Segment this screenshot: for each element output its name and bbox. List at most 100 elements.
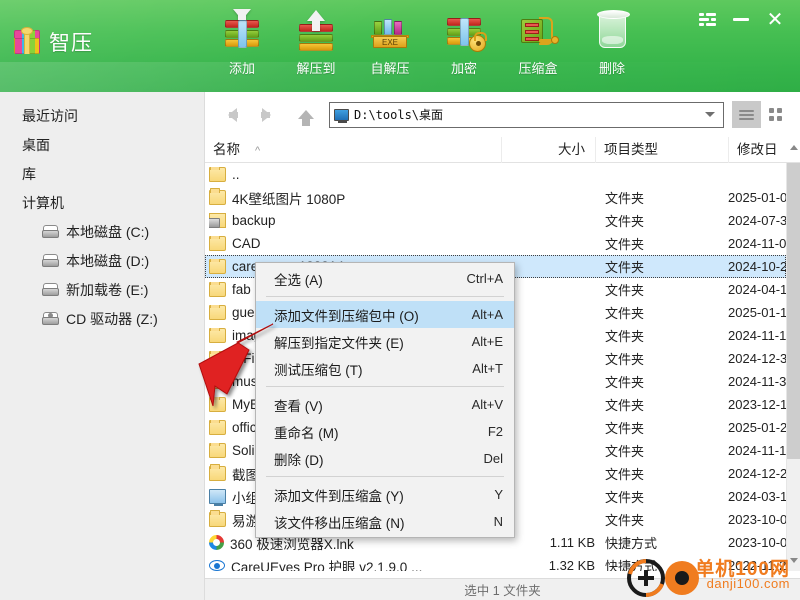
sidebar-item-desktop[interactable]: 桌面 bbox=[0, 130, 204, 159]
close-icon: ✕ bbox=[766, 7, 784, 31]
menu-item-accelerator: Alt+A bbox=[471, 307, 503, 322]
toolbar-button-compress-box[interactable]: 压缩盒 bbox=[501, 4, 575, 88]
cell-date: 2024-03-12 9:45 bbox=[728, 489, 786, 504]
grid-view-button[interactable] bbox=[761, 101, 790, 128]
menu-item[interactable]: 该文件移出压缩盒 (N) N bbox=[256, 508, 514, 535]
menu-button[interactable] bbox=[690, 6, 724, 32]
menu-item-label: 解压到指定文件夹 (E) bbox=[274, 335, 404, 351]
folder-icon bbox=[209, 510, 226, 527]
context-menu[interactable]: 全选 (A) Ctrl+A 添加文件到压缩包中 (O) Alt+A 解压到指定文件夹 (… bbox=[255, 262, 515, 538]
folder-icon bbox=[209, 188, 226, 205]
menu-item-label: 测试压缩包 (T) bbox=[274, 362, 363, 378]
menu-item-label: 该文件移出压缩盒 (N) bbox=[274, 515, 405, 531]
scrollbar-thumb[interactable] bbox=[787, 163, 800, 459]
path-input[interactable]: D:\tools\桌面 bbox=[329, 101, 724, 128]
cell-type: 文件夹 bbox=[605, 398, 645, 413]
sidebar-item-drive-e[interactable]: 新加载卷 (E:) bbox=[0, 275, 204, 304]
sidebar-label-drive-e: 新加载卷 (E:) bbox=[66, 281, 149, 298]
menu-item-label: 查看 (V) bbox=[274, 398, 323, 414]
toolbar-button-add[interactable]: 添加 bbox=[205, 4, 279, 88]
cell-type: 文件夹 bbox=[605, 214, 645, 229]
cd-drive-icon bbox=[42, 312, 59, 325]
menu-item-label: 全选 (A) bbox=[274, 272, 323, 288]
forward-button[interactable] bbox=[249, 98, 283, 132]
menu-item-label: 重命名 (M) bbox=[274, 425, 339, 441]
folder-icon bbox=[209, 374, 226, 389]
table-row[interactable]: CareUEyes Pro 护眼 v2.1.9.0 ... 1.32 KB 快捷方式… bbox=[205, 554, 786, 571]
column-headers: 名称 ^ 大小 项目类型 修改日期 bbox=[205, 137, 800, 183]
toolbar-button-extract-to[interactable]: 解压到 bbox=[279, 4, 353, 88]
list-view-icon bbox=[739, 108, 754, 122]
menu-item-accelerator: Alt+T bbox=[472, 361, 503, 376]
column-header-size[interactable]: 大小 bbox=[501, 137, 595, 163]
menu-item[interactable]: 测试压缩包 (T) Alt+T bbox=[256, 355, 514, 382]
menu-item[interactable]: 解压到指定文件夹 (E) Alt+E bbox=[256, 328, 514, 355]
sidebar-item-library[interactable]: 库 bbox=[0, 159, 204, 188]
cell-date: 2024-10-22 13:56 bbox=[728, 259, 786, 274]
cell-type: 文件夹 bbox=[605, 375, 645, 390]
status-bar: 选中 1 文件夹 bbox=[205, 578, 800, 600]
toolbar-button-delete[interactable]: 删除 bbox=[575, 4, 649, 88]
eye-icon bbox=[209, 560, 225, 571]
cell-name: CAD bbox=[209, 236, 497, 251]
vertical-scrollbar[interactable] bbox=[786, 163, 800, 571]
folder-icon bbox=[209, 305, 226, 320]
column-header-name[interactable]: 名称 ^ bbox=[205, 137, 501, 163]
address-bar: D:\tools\桌面 bbox=[205, 92, 800, 137]
sidebar-item-computer[interactable]: 计算机 bbox=[0, 188, 204, 217]
cell-date: 2023-12-19 15:15 bbox=[728, 397, 786, 412]
menu-item[interactable]: 重命名 (M) F2 bbox=[256, 418, 514, 445]
cell-type: 文件夹 bbox=[605, 260, 645, 275]
menu-item[interactable]: 添加文件到压缩包中 (O) Alt+A bbox=[256, 301, 514, 328]
cell-date: 2022-11-24 8:32 bbox=[728, 558, 786, 571]
sfx-exe-icon: EXE bbox=[367, 8, 413, 54]
up-button[interactable] bbox=[289, 98, 323, 132]
menu-item[interactable]: 删除 (D) Del bbox=[256, 445, 514, 472]
toolbar-label-delete: 删除 bbox=[598, 61, 625, 76]
toolbar-button-sfx[interactable]: EXE 自解压 bbox=[353, 4, 427, 88]
toolbar-label-extract-to: 解压到 bbox=[296, 61, 336, 76]
file-name: .. bbox=[232, 167, 240, 182]
sidebar-item-drive-d[interactable]: 本地磁盘 (D:) bbox=[0, 246, 204, 275]
column-header-type[interactable]: 项目类型 bbox=[595, 137, 728, 163]
trash-icon bbox=[589, 8, 635, 54]
cell-date: 2023-10-03 9:06 bbox=[728, 512, 786, 527]
sidebar-item-drive-c[interactable]: 本地磁盘 (C:) bbox=[0, 217, 204, 246]
archive-lock-icon bbox=[441, 8, 487, 54]
chevron-down-icon[interactable] bbox=[705, 112, 715, 117]
minimize-button[interactable] bbox=[724, 6, 758, 32]
list-view-button[interactable] bbox=[732, 101, 761, 128]
menu-separator bbox=[266, 386, 504, 387]
menu-item[interactable]: 查看 (V) Alt+V bbox=[256, 391, 514, 418]
toolbar-button-encrypt[interactable]: 加密 bbox=[427, 4, 501, 88]
grid-view-icon bbox=[769, 108, 782, 121]
menu-item[interactable]: 添加文件到压缩盒 (Y) Y bbox=[256, 481, 514, 508]
minimize-icon bbox=[733, 17, 749, 21]
column-label-type: 项目类型 bbox=[604, 142, 658, 157]
computer-icon bbox=[334, 108, 349, 123]
cell-name: CareUEyes Pro 护眼 v2.1.9.0 ... bbox=[209, 556, 497, 571]
archive-extract-icon bbox=[293, 8, 339, 54]
arrow-right-icon bbox=[260, 107, 271, 122]
back-button[interactable] bbox=[215, 98, 249, 132]
sidebar-item-recent[interactable]: 最近访问 bbox=[0, 101, 204, 130]
table-row[interactable]: CAD 文件夹 2024-11-01 16:31 bbox=[205, 232, 786, 255]
close-button[interactable]: ✕ bbox=[758, 6, 792, 32]
table-row[interactable]: .. bbox=[205, 163, 786, 186]
folder-icon bbox=[209, 282, 226, 297]
table-row[interactable]: backup 文件夹 2024-07-30 15:55 bbox=[205, 209, 786, 232]
menu-item-accelerator: N bbox=[493, 514, 503, 529]
cell-type: 文件夹 bbox=[605, 283, 645, 298]
column-header-date[interactable]: 修改日期 bbox=[728, 137, 786, 183]
sidebar-item-drive-z[interactable]: CD 驱动器 (Z:) bbox=[0, 304, 204, 333]
sidebar-label-computer: 计算机 bbox=[22, 194, 64, 211]
menu-item[interactable]: 全选 (A) Ctrl+A bbox=[256, 265, 514, 292]
file-name: CAD bbox=[232, 236, 261, 251]
archive-add-icon bbox=[219, 8, 265, 54]
sidebar-label-drive-z: CD 驱动器 (Z:) bbox=[66, 310, 158, 327]
file-name: backup bbox=[232, 213, 276, 228]
cell-date: 2024-04-10 13:43 bbox=[728, 282, 786, 297]
table-row[interactable]: 4K壁纸图片 1080P 文件夹 2025-01-09 11:05 bbox=[205, 186, 786, 209]
file-name: 4K壁纸图片 1080P bbox=[232, 191, 346, 207]
main-toolbar: 添加 解压到 EXE 自解压 加密 压缩盒 删除 bbox=[205, 4, 649, 88]
